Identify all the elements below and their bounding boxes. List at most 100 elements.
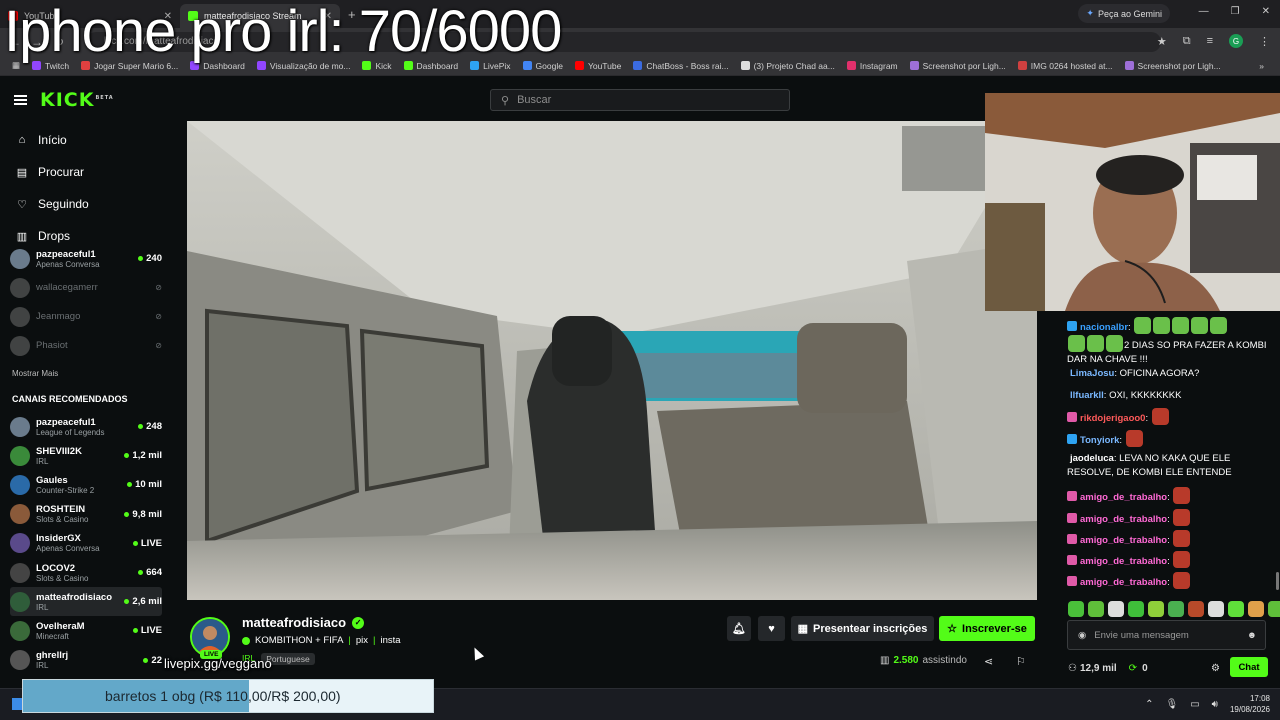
quick-emote[interactable] — [1108, 601, 1124, 617]
network-icon[interactable]: ▭ — [1190, 699, 1199, 710]
bookmark-item[interactable]: ChatBoss - Boss rai... — [627, 61, 734, 71]
follow-button[interactable]: ♥ — [758, 616, 785, 641]
quick-emote[interactable] — [1188, 601, 1204, 617]
chat-username[interactable]: amigo_de_trabalho — [1080, 535, 1167, 546]
clock[interactable]: 17:08 19/08/2026 — [1230, 693, 1270, 715]
kick-logo[interactable]: KICKBETA — [40, 89, 114, 111]
sidebar-item-procurar[interactable]: ▤ Procurar — [0, 156, 168, 188]
star-icon[interactable]: ★ — [1157, 35, 1167, 48]
chat-gear-icon[interactable]: ⚙ — [1211, 663, 1220, 674]
video-player[interactable] — [187, 121, 1037, 600]
chat-username[interactable]: Tonyiork — [1080, 435, 1119, 446]
notifications-button[interactable]: 🔔︎ — [727, 616, 751, 641]
media-icon[interactable]: ≡ — [1207, 35, 1213, 47]
live-dot-icon — [143, 657, 149, 663]
sidebar-channel[interactable]: Jeanmago ⊘ — [10, 302, 162, 331]
chat-username[interactable]: LimaJosu — [1070, 368, 1114, 379]
streamer-name-row: matteafrodisiaco ✓ — [242, 615, 365, 630]
viewer-suffix: assistindo — [922, 655, 967, 666]
live-dot-icon — [124, 453, 130, 459]
quick-emote[interactable] — [1068, 601, 1084, 617]
sidebar-channel[interactable]: ghrellrj IRL 22 — [10, 646, 162, 675]
chat-username[interactable]: amigo_de_trabalho — [1080, 577, 1167, 588]
bookmark-item[interactable]: Screenshot por Ligh... — [904, 61, 1012, 71]
chat-username[interactable]: jaodeluca — [1070, 453, 1114, 464]
channel-avatar — [10, 277, 30, 298]
chevron-up-icon[interactable]: ⌃ — [1145, 699, 1153, 710]
quick-emote[interactable] — [1268, 601, 1280, 617]
viewer-count: 2,6 mil — [132, 596, 162, 608]
sidebar-channel[interactable]: matteafrodisiaco IRL 2,6 mil — [10, 587, 162, 617]
bookmark-label: ChatBoss - Boss rai... — [646, 60, 729, 71]
bookmark-item[interactable]: IMG 0264 hosted at... — [1012, 61, 1119, 71]
chat-username[interactable]: amigo_de_trabalho — [1080, 556, 1167, 567]
bookmark-item[interactable]: Instagram — [841, 61, 904, 71]
chat-username[interactable]: amigo_de_trabalho — [1080, 492, 1167, 503]
pix-link[interactable]: pix — [356, 635, 368, 646]
chat-scrollbar[interactable] — [1276, 572, 1279, 590]
menu-icon[interactable]: ⋮ — [1259, 35, 1270, 48]
facecam-scene — [985, 93, 1280, 311]
mic-icon[interactable]: 🎙︎ — [1165, 699, 1178, 710]
channel-avatar — [10, 591, 30, 612]
quick-emote[interactable] — [1228, 601, 1244, 617]
channel-name: pazpeaceful1 — [36, 416, 96, 428]
sidebar-channel[interactable]: pazpeaceful1 League of Legends 248 — [10, 412, 162, 441]
menu-icon[interactable] — [14, 95, 27, 105]
chat-settings-icon[interactable]: ◉ — [1078, 630, 1086, 641]
sidebar-channel[interactable]: LOCOV2 Slots & Casino 664 — [10, 558, 162, 587]
quick-emote[interactable] — [1088, 601, 1104, 617]
viewer-count: 10 mil — [135, 479, 162, 491]
streamer-name[interactable]: matteafrodisiaco — [242, 615, 346, 630]
chat-message: amigo_de_trabalho: — [1067, 551, 1272, 569]
search-input[interactable]: ⚲ Buscar — [490, 89, 790, 111]
chat-send-button[interactable]: Chat — [1230, 657, 1268, 677]
quick-emote[interactable] — [1148, 601, 1164, 617]
insta-link[interactable]: insta — [381, 635, 401, 646]
share-icon[interactable]: ⋖ — [984, 655, 993, 668]
chat-input[interactable]: ◉ Envie uma mensagem ☻ — [1067, 620, 1266, 650]
chat-username[interactable]: rikdojerigaoo0 — [1080, 413, 1145, 424]
chat-separator: : — [1119, 435, 1125, 446]
live-dot-icon — [138, 424, 144, 429]
sidebar-channel[interactable]: ROSHTEIN Slots & Casino 9,8 mil — [10, 500, 162, 529]
quick-emote[interactable] — [1208, 601, 1224, 617]
bookmark-label: Screenshot por Ligh... — [922, 60, 1006, 71]
sidebar-channel[interactable]: OvelheraM Minecraft LIVE — [10, 616, 162, 645]
sidebar-channel[interactable]: pazpeaceful1 Apenas Conversa 240 — [10, 244, 162, 273]
sidebar-item-seguindo[interactable]: ♡ Seguindo — [0, 188, 168, 220]
heart-icon: ♡ — [17, 198, 27, 211]
sidebar-channel[interactable]: Gaules Counter-Strike 2 10 mil — [10, 470, 162, 499]
quick-emote[interactable] — [1168, 601, 1184, 617]
bookmark-item[interactable]: (3) Projeto Chad aa... — [735, 61, 841, 71]
show-more-link[interactable]: Mostrar Mais — [12, 369, 58, 378]
volume-icon[interactable]: 🔊︎ — [1212, 699, 1218, 710]
channel-avatar — [10, 504, 30, 525]
maximize-icon[interactable]: ❐ — [1231, 6, 1240, 17]
sidebar-channel[interactable]: InsiderGX Apenas Conversa LIVE — [10, 529, 162, 558]
quick-emote[interactable] — [1128, 601, 1144, 617]
chat-badge-icon — [1067, 576, 1077, 586]
viewer-count: 9,8 mil — [132, 508, 162, 520]
extensions-icon[interactable]: ⧉ — [1183, 35, 1191, 48]
chat-username[interactable]: amigo_de_trabalho — [1080, 514, 1167, 525]
quick-emote[interactable] — [1248, 601, 1264, 617]
subscribe-button[interactable]: ☆ Inscrever-se — [939, 616, 1035, 641]
emoji-icon[interactable]: ☻ — [1247, 630, 1257, 641]
search-placeholder: Buscar — [517, 94, 552, 106]
more-bookmarks-icon[interactable]: » — [1253, 61, 1270, 71]
bookmark-item[interactable]: Screenshot por Ligh... — [1119, 61, 1227, 71]
bookmark-item[interactable]: YouTube — [569, 61, 627, 71]
gift-subs-button[interactable]: ▦ Presentear inscrições — [791, 616, 934, 641]
gemini-button[interactable]: ✦ Peça ao Gemini — [1078, 4, 1170, 23]
profile-avatar[interactable]: G — [1229, 34, 1243, 48]
chat-username[interactable]: llfuarkll — [1070, 390, 1104, 401]
minimize-icon[interactable]: — — [1199, 6, 1209, 17]
sidebar-channel[interactable]: Phasiot ⊘ — [10, 331, 162, 360]
sidebar-channel[interactable]: wallacegamerr ⊘ — [10, 273, 162, 302]
sidebar-item-inicio[interactable]: ⌂ Início — [0, 124, 168, 156]
close-window-icon[interactable]: ✕ — [1262, 6, 1270, 17]
chat-username[interactable]: nacionalbr — [1080, 322, 1128, 333]
sidebar-channel[interactable]: SHEVIII2K IRL 1,2 mil — [10, 441, 162, 470]
report-icon[interactable]: ⚐ — [1016, 655, 1026, 668]
